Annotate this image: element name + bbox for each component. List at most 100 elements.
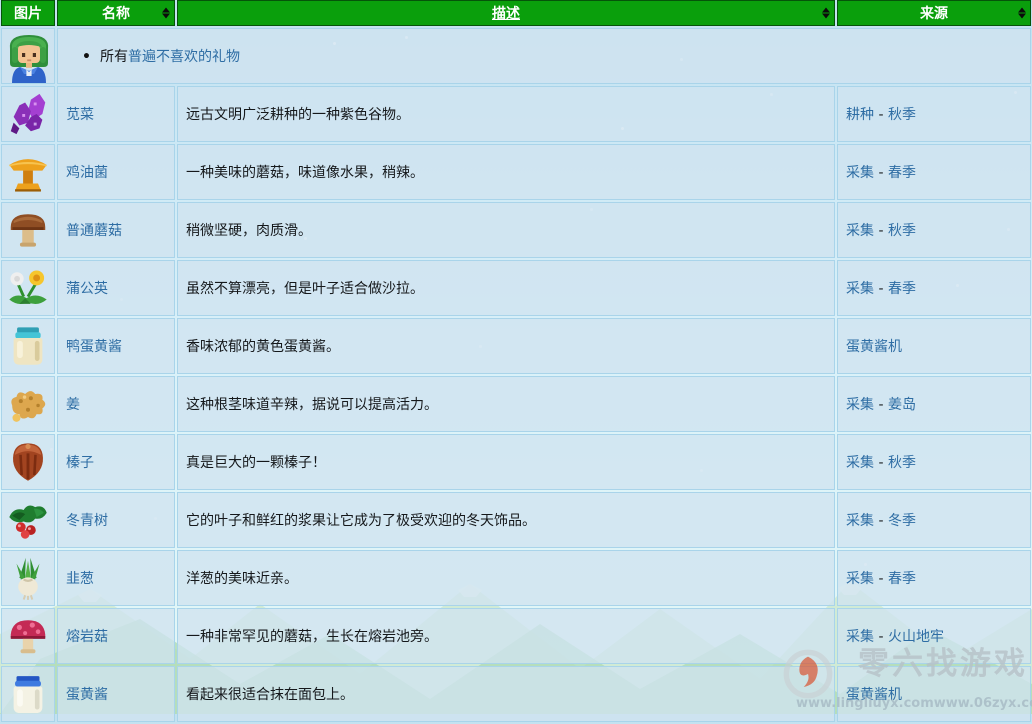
source-separator: - <box>874 165 888 181</box>
item-name-cell: 蛋黄酱 <box>57 666 175 722</box>
table-row: 鸭蛋黄酱 香味浓郁的黄色蛋黄酱。 蛋黄酱机 <box>1 318 1031 374</box>
item-image-cell <box>1 434 55 490</box>
item-name-cell: 熔岩菇 <box>57 608 175 664</box>
item-source-cell: 采集 - 冬季 <box>837 492 1031 548</box>
item-description: 稍微坚硬，肉质滑。 <box>186 223 312 239</box>
item-source-cell: 采集 - 秋季 <box>837 202 1031 258</box>
item-image-cell <box>1 492 55 548</box>
column-header-image: 图片 <box>1 0 55 26</box>
column-header-name[interactable]: 名称 <box>57 0 175 26</box>
source-link[interactable]: 采集 <box>846 629 874 645</box>
item-name-link[interactable]: 蛋黄酱 <box>66 687 108 703</box>
ginger-icon[interactable] <box>5 381 51 427</box>
item-description: 一种非常罕见的蘑菇，生长在熔岩池旁。 <box>186 629 438 645</box>
source-link[interactable]: 春季 <box>888 281 916 297</box>
source-link[interactable]: 火山地牢 <box>888 629 944 645</box>
gift-table: 图片 名称 描述 来源 •所有普遍不喜欢的礼物 <box>0 0 1032 724</box>
source-link[interactable]: 采集 <box>846 513 874 529</box>
universal-dislikes-link[interactable]: 普遍不喜欢的礼物 <box>128 49 240 65</box>
source-separator: - <box>874 397 888 413</box>
source-link[interactable]: 采集 <box>846 397 874 413</box>
item-description-cell: 香味浓郁的黄色蛋黄酱。 <box>177 318 835 374</box>
item-name-link[interactable]: 榛子 <box>66 455 94 471</box>
item-source-cell: 采集 - 火山地牢 <box>837 608 1031 664</box>
item-source-cell: 采集 - 春季 <box>837 260 1031 316</box>
chanterelle-icon[interactable] <box>5 149 51 195</box>
source-link[interactable]: 秋季 <box>888 455 916 471</box>
header-row: 图片 名称 描述 来源 <box>1 0 1031 26</box>
sort-icon[interactable] <box>822 8 830 19</box>
source-link[interactable]: 春季 <box>888 571 916 587</box>
table-row: 蛋黄酱 看起来很适合抹在面包上。 蛋黄酱机 <box>1 666 1031 722</box>
item-source-cell: 蛋黄酱机 <box>837 666 1031 722</box>
source-link[interactable]: 蛋黄酱机 <box>846 339 902 355</box>
item-description: 真是巨大的一颗榛子！ <box>186 455 326 471</box>
source-link[interactable]: 春季 <box>888 165 916 181</box>
source-link[interactable]: 耕种 <box>846 107 874 123</box>
source-link[interactable]: 采集 <box>846 165 874 181</box>
item-source-cell: 采集 - 春季 <box>837 550 1031 606</box>
item-image-cell <box>1 202 55 258</box>
item-image-cell <box>1 86 55 142</box>
item-description-cell: 洋葱的美味近亲。 <box>177 550 835 606</box>
source-link[interactable]: 采集 <box>846 455 874 471</box>
table-row: 苋菜 远古文明广泛耕种的一种紫色谷物。 耕种 - 秋季 <box>1 86 1031 142</box>
item-name-cell: 姜 <box>57 376 175 432</box>
column-header-source[interactable]: 来源 <box>837 0 1031 26</box>
item-name-link[interactable]: 苋菜 <box>66 107 94 123</box>
item-source-cell: 蛋黄酱机 <box>837 318 1031 374</box>
item-description: 远古文明广泛耕种的一种紫色谷物。 <box>186 107 410 123</box>
caroline-avatar[interactable] <box>2 29 55 83</box>
intro-text: 所有 <box>100 49 128 65</box>
holly-icon[interactable] <box>5 497 51 543</box>
table-row: 韭葱 洋葱的美味近亲。 采集 - 春季 <box>1 550 1031 606</box>
duck-mayonnaise-icon[interactable] <box>5 323 51 369</box>
item-source-cell: 采集 - 姜岛 <box>837 376 1031 432</box>
item-name-link[interactable]: 熔岩菇 <box>66 629 108 645</box>
item-name-link[interactable]: 蒲公英 <box>66 281 108 297</box>
item-name-cell: 冬青树 <box>57 492 175 548</box>
item-description: 一种美味的蘑菇，味道像水果，稍辣。 <box>186 165 424 181</box>
source-separator: - <box>874 571 888 587</box>
source-link[interactable]: 冬季 <box>888 513 916 529</box>
item-name-link[interactable]: 鸡油菌 <box>66 165 108 181</box>
column-header-label: 图片 <box>14 6 42 22</box>
item-description-cell: 真是巨大的一颗榛子！ <box>177 434 835 490</box>
source-link[interactable]: 秋季 <box>888 223 916 239</box>
sort-icon[interactable] <box>1018 8 1026 19</box>
source-link[interactable]: 秋季 <box>888 107 916 123</box>
intro-row: •所有普遍不喜欢的礼物 <box>1 28 1031 84</box>
source-link[interactable]: 采集 <box>846 571 874 587</box>
source-link[interactable]: 采集 <box>846 281 874 297</box>
item-name-cell: 韭葱 <box>57 550 175 606</box>
source-separator: - <box>874 281 888 297</box>
sort-icon[interactable] <box>162 8 170 19</box>
avatar-cell <box>1 28 55 84</box>
table-row: 熔岩菇 一种非常罕见的蘑菇，生长在熔岩池旁。 采集 - 火山地牢 <box>1 608 1031 664</box>
item-description-cell: 一种美味的蘑菇，味道像水果，稍辣。 <box>177 144 835 200</box>
item-image-cell <box>1 550 55 606</box>
table-row: 冬青树 它的叶子和鲜红的浆果让它成为了极受欢迎的冬天饰品。 采集 - 冬季 <box>1 492 1031 548</box>
item-description: 虽然不算漂亮，但是叶子适合做沙拉。 <box>186 281 424 297</box>
item-name-link[interactable]: 姜 <box>66 397 80 413</box>
item-name-link[interactable]: 韭葱 <box>66 571 94 587</box>
hazelnut-icon[interactable] <box>5 439 51 485</box>
item-name-link[interactable]: 普通蘑菇 <box>66 223 122 239</box>
source-separator: - <box>874 107 888 123</box>
source-link[interactable]: 姜岛 <box>888 397 916 413</box>
amaranth-icon[interactable] <box>5 91 51 137</box>
source-separator: - <box>874 513 888 529</box>
leek-icon[interactable] <box>5 555 51 601</box>
source-link[interactable]: 蛋黄酱机 <box>846 687 902 703</box>
dandelion-icon[interactable] <box>5 265 51 311</box>
source-link[interactable]: 采集 <box>846 223 874 239</box>
mayonnaise-icon[interactable] <box>5 671 51 717</box>
item-name-link[interactable]: 冬青树 <box>66 513 108 529</box>
item-name-link[interactable]: 鸭蛋黄酱 <box>66 339 122 355</box>
column-header-description[interactable]: 描述 <box>177 0 835 26</box>
intro-cell: •所有普遍不喜欢的礼物 <box>57 28 1031 84</box>
item-image-cell <box>1 144 55 200</box>
common-mushroom-icon[interactable] <box>5 207 51 253</box>
item-description-cell: 远古文明广泛耕种的一种紫色谷物。 <box>177 86 835 142</box>
magma-cap-icon[interactable] <box>5 613 51 659</box>
